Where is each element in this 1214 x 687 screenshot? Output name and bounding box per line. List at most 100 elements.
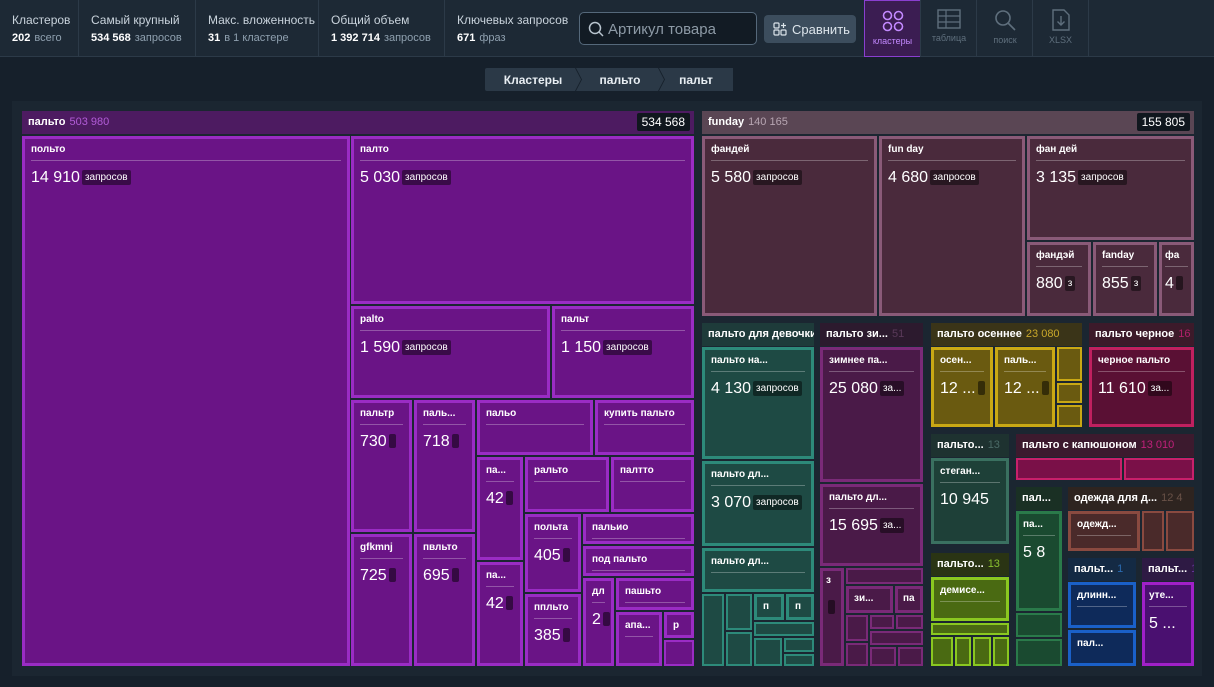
cluster-pal-i[interactable]: пал... [1068,630,1136,666]
cluster-tile[interactable] [931,623,1009,635]
cluster-dlinn[interactable]: длинн... [1068,582,1136,628]
cluster-paltr[interactable]: пальтр 730 [351,400,412,532]
cluster-z[interactable]: з [820,568,844,666]
cluster-tile[interactable] [870,631,923,645]
cluster-gfkmnj[interactable]: gfkmnj 725 [351,534,412,666]
group-header-palt-v[interactable]: пальт...1 [1142,558,1194,581]
cluster-tile[interactable] [1166,511,1194,551]
cluster-ute[interactable]: уте... 5 ... [1142,582,1194,666]
group-header-devochki[interactable]: пальто для девочки [702,323,814,346]
cluster-tile[interactable] [846,615,868,641]
cluster-palo[interactable]: пальо [477,400,593,455]
cluster-tile[interactable] [1016,639,1062,666]
cluster-osen[interactable]: осен... 12 ... [931,347,993,427]
cluster-apa[interactable]: апа... [616,612,662,666]
cluster-p-a[interactable]: п [754,594,784,620]
cluster-paltto[interactable]: палтто [611,457,694,512]
cluster-tile[interactable] [870,615,894,629]
cluster-tile[interactable] [993,637,1009,666]
cluster-pal-a[interactable]: паль... 718 [414,400,475,532]
cluster-tile[interactable] [1016,613,1062,637]
cluster-tile[interactable] [1057,383,1082,403]
cluster-pa3[interactable]: па [895,586,923,613]
cluster-fan-dey[interactable]: фан дей 3 135 запросов [1027,136,1194,240]
cluster-tile[interactable] [664,640,694,666]
cluster-zi[interactable]: зи... [846,586,893,613]
export-xlsx-button[interactable]: XLSX [1032,0,1089,57]
group-header-zimnee[interactable]: пальто зи... 51 [820,323,923,346]
cluster-pa1[interactable]: па... 42 [477,457,523,560]
view-table-button[interactable]: таблица [920,0,977,57]
cluster-tile[interactable] [784,638,814,652]
cluster-tile[interactable] [754,622,814,636]
cluster-palio[interactable]: пальио [583,514,694,544]
group-header-kapushon[interactable]: пальто с капюшоном 13 010 [1016,434,1194,457]
compare-button[interactable]: Сравнить [764,15,856,43]
cluster-fandey[interactable]: фандей 5 580 запросов [702,136,877,316]
search-box[interactable] [579,12,757,45]
breadcrumb-item-palto[interactable]: пальто [576,68,664,91]
cluster-tile[interactable] [1057,405,1082,427]
cluster-pa-s[interactable]: па... 5 8 [1016,511,1062,611]
cluster-tile[interactable] [1124,458,1194,480]
cluster-p-b[interactable]: п [786,594,814,620]
cluster-tile[interactable] [726,594,752,630]
cluster-fanday[interactable]: fanday 855 з [1093,242,1157,316]
cluster-tile[interactable] [955,637,971,666]
group-header-p13a[interactable]: пальто... 13 [931,434,1009,457]
cluster-pa2[interactable]: па... 42 [477,562,523,666]
group-header-palto[interactable]: пальто 503 980 534 568 [22,111,694,134]
group-header-p13b[interactable]: пальто... 13 [931,553,1009,576]
cluster-stegan[interactable]: стеган... 10 945 [931,458,1009,544]
cluster-funday-space[interactable]: fun day 4 680 запросов [879,136,1025,316]
cluster-tile[interactable] [1057,347,1082,381]
view-clusters-button[interactable]: кластеры [864,0,921,57]
cluster-tile[interactable] [846,643,868,666]
cluster-palt[interactable]: пальт 1 150 запросов [552,306,694,398]
view-search-button[interactable]: поиск [976,0,1033,57]
cluster-tile[interactable] [726,632,752,666]
cluster-palto2[interactable]: палто 5 030 запросов [351,136,694,304]
cluster-tile[interactable] [931,637,953,666]
cluster-r[interactable]: р [664,612,694,638]
cluster-tile[interactable] [1142,511,1164,551]
group-header-pal-s[interactable]: пал... [1016,487,1062,510]
cluster-tile[interactable] [896,615,923,629]
group-header-odezhda[interactable]: одежда для д... 12 4 [1068,487,1194,510]
cluster-dl2[interactable]: пальто дл... [702,548,814,592]
cluster-demise[interactable]: демисе... [931,577,1009,621]
cluster-zimnee-pa[interactable]: зимнее па... 25 080 за... [820,347,923,482]
cluster-tile[interactable] [784,654,814,666]
cluster-pashto[interactable]: пашьто [616,578,694,610]
group-header-palt-b[interactable]: пальт... 1 [1068,558,1136,581]
group-header-chernoe[interactable]: пальто черное 16 [1089,323,1194,346]
group-header-funday[interactable]: funday 140 165 155 805 [702,111,1194,134]
cluster-polto[interactable]: польто 14 910 запросов [22,136,350,666]
cluster-tile[interactable] [846,568,923,584]
cluster-kupit[interactable]: купить пальто [595,400,694,455]
cluster-pvlto[interactable]: пвльто 695 [414,534,475,666]
cluster-fandzey[interactable]: фандэй 880 з [1027,242,1091,316]
cluster-tile[interactable] [973,637,991,666]
breadcrumb-item-palt[interactable]: пальт [659,68,733,91]
cluster-chernoe-palto[interactable]: черное пальто 11 610 за... [1089,347,1194,427]
search-input[interactable] [608,17,750,41]
cluster-tile[interactable] [898,647,923,666]
cluster-pplto[interactable]: ппльто 385 [525,594,581,666]
cluster-dl[interactable]: дл 2 [583,578,614,666]
cluster-polta[interactable]: польта 405 [525,514,581,592]
cluster-odezhd[interactable]: одежд... [1068,511,1140,551]
breadcrumb-item-clusters[interactable]: Кластеры [485,68,581,91]
cluster-ralto[interactable]: ральто [525,457,609,512]
cluster-fa[interactable]: фа 4 [1159,242,1194,316]
cluster-dl1[interactable]: пальто дл... 3 070 запросов [702,461,814,546]
cluster-dl3[interactable]: пальто дл... 15 695 за... [820,484,923,566]
cluster-palt-o[interactable]: паль... 12 ... [995,347,1055,427]
group-header-osennee[interactable]: пальто осеннее 23 080 [931,323,1082,346]
cluster-tile[interactable] [870,647,896,666]
cluster-podpalto[interactable]: под пальто [583,546,694,576]
cluster-tile[interactable] [754,638,782,666]
cluster-na[interactable]: пальто на... 4 130 запросов [702,347,814,459]
cluster-palto-lat[interactable]: palto 1 590 запросов [351,306,550,398]
cluster-tile[interactable] [702,594,724,666]
